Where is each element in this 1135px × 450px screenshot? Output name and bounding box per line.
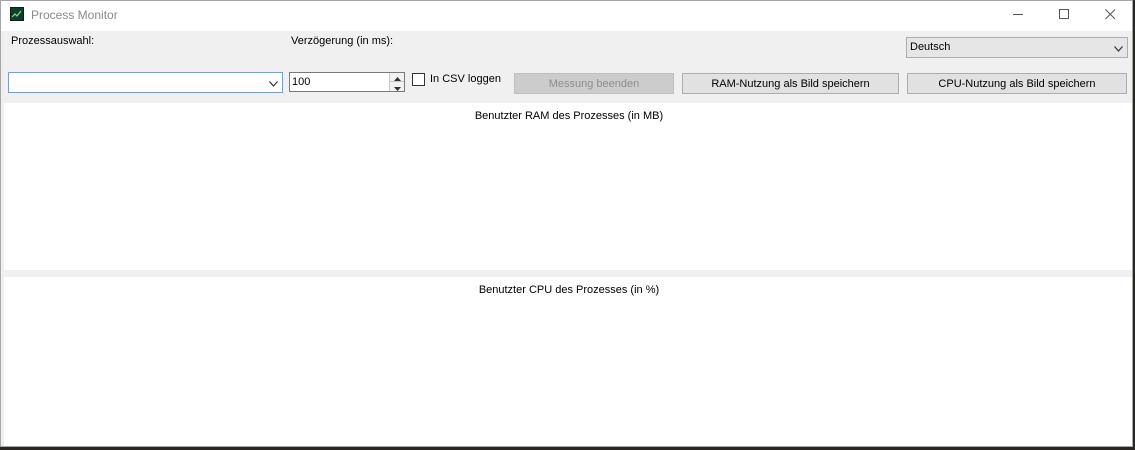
stop-measurement-button[interactable]: Messung beenden <box>514 73 674 94</box>
delay-spinner[interactable]: 100 <box>289 72 405 92</box>
maximize-button[interactable] <box>1041 1 1087 31</box>
csv-log-checkbox[interactable] <box>412 73 425 86</box>
minimize-button[interactable] <box>995 1 1041 31</box>
close-button[interactable] <box>1087 1 1132 31</box>
save-cpu-image-button[interactable]: CPU-Nutzung als Bild speichern <box>907 73 1127 94</box>
delay-label: Verzögerung (in ms): <box>291 35 394 47</box>
cpu-chart-title: Benutzter CPU des Prozesses (in %) <box>478 284 660 296</box>
csv-log-label[interactable]: In CSV loggen <box>430 73 501 85</box>
spinner-down-button[interactable] <box>390 82 404 91</box>
process-select[interactable] <box>8 72 283 93</box>
close-icon <box>1104 9 1116 23</box>
save-ram-image-button[interactable]: RAM-Nutzung als Bild speichern <box>682 73 899 94</box>
process-monitor-window: Process Monitor Prozessauswahl: Verzöger… <box>0 0 1133 447</box>
chevron-down-icon <box>1114 43 1123 55</box>
arrow-down-icon <box>393 80 401 94</box>
language-select-value: Deutsch <box>910 41 951 53</box>
chevron-down-icon <box>269 78 278 90</box>
stop-measurement-label: Messung beenden <box>548 77 640 90</box>
language-select[interactable]: Deutsch <box>906 37 1128 58</box>
save-cpu-image-label: CPU-Nutzung als Bild speichern <box>938 77 1096 90</box>
minimize-icon <box>1012 9 1024 23</box>
ram-chart-title: Benutzter RAM des Prozesses (in MB) <box>474 110 664 122</box>
cpu-chart: Benutzter CPU des Prozesses (in %) <box>4 277 1132 446</box>
window-title: Process Monitor <box>31 8 118 22</box>
ram-chart: Benutzter RAM des Prozesses (in MB) <box>4 103 1132 270</box>
process-selection-label: Prozessauswahl: <box>11 35 95 47</box>
title-bar[interactable]: Process Monitor <box>1 1 1132 31</box>
save-ram-image-label: RAM-Nutzung als Bild speichern <box>711 77 870 90</box>
maximize-icon <box>1058 9 1070 23</box>
delay-value: 100 <box>292 76 311 88</box>
spinner-buttons <box>389 73 404 91</box>
process-monitor-icon <box>10 7 24 21</box>
